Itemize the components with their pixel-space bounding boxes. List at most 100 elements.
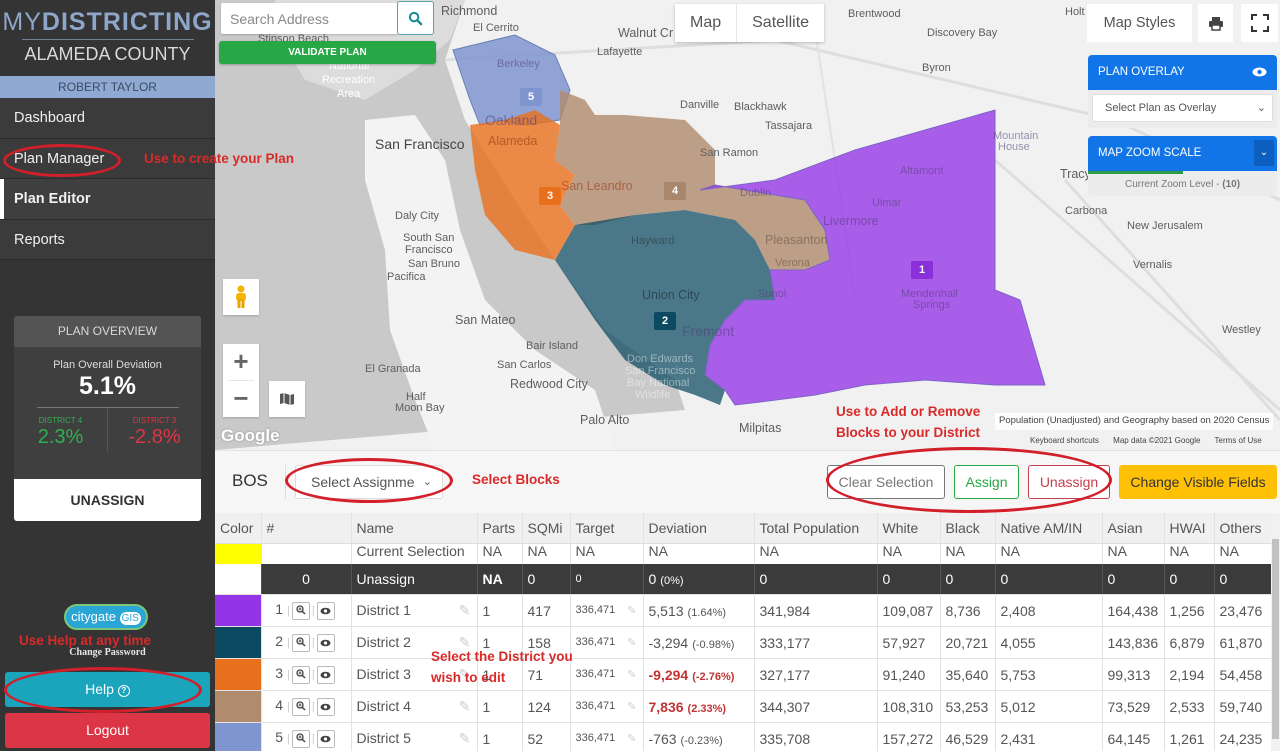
color-swatch-cell[interactable]: [215, 594, 262, 627]
column-header[interactable]: Target: [570, 513, 644, 544]
change-visible-fields-button[interactable]: Change Visible Fields: [1119, 465, 1277, 499]
color-swatch[interactable]: [215, 595, 261, 626]
map-type-satellite-button[interactable]: Satellite: [736, 4, 824, 42]
color-swatch[interactable]: [215, 691, 261, 722]
district-2-marker[interactable]: 2: [654, 312, 676, 330]
edit-name-icon[interactable]: ✎: [459, 602, 471, 619]
edit-target-icon[interactable]: ✎: [627, 668, 636, 681]
zoom-out-button[interactable]: −: [223, 381, 259, 417]
edit-name-icon[interactable]: ✎: [459, 730, 471, 747]
zoom-to-district-button[interactable]: [291, 601, 310, 620]
column-header[interactable]: Total Population: [754, 513, 878, 544]
keyboard-shortcuts-link[interactable]: Keyboard shortcuts: [1030, 436, 1099, 445]
unassign-blocks-button[interactable]: Unassign: [1028, 465, 1110, 499]
scrollbar-thumb[interactable]: [1272, 539, 1279, 739]
zoom-to-district-button[interactable]: [291, 665, 310, 684]
brand-logo[interactable]: MYDISTRICTING ALAMEDA COUNTY: [0, 0, 215, 76]
terms-link[interactable]: Terms of Use: [1215, 436, 1262, 445]
map-layers-button[interactable]: [269, 381, 305, 417]
toggle-visibility-button[interactable]: [316, 665, 335, 684]
search-address-field[interactable]: [221, 3, 398, 34]
toggle-visibility-button[interactable]: [316, 633, 335, 652]
edit-target-icon[interactable]: ✎: [627, 604, 636, 617]
cell-name[interactable]: District 4 ✎: [351, 690, 478, 723]
column-header[interactable]: Native AM/IN: [995, 513, 1103, 544]
print-button[interactable]: [1198, 4, 1233, 42]
map-type-map-button[interactable]: Map: [675, 4, 736, 42]
color-swatch-cell[interactable]: [215, 690, 262, 723]
edit-target-icon[interactable]: ✎: [627, 636, 636, 649]
column-header[interactable]: #: [261, 513, 352, 544]
clear-selection-button[interactable]: Clear Selection: [827, 465, 945, 499]
zoom-to-district-button[interactable]: [291, 729, 310, 748]
unassign-button[interactable]: UNASSIGN: [14, 479, 201, 521]
sidebar-item-reports[interactable]: Reports: [0, 219, 215, 260]
cell-name[interactable]: District 5 ✎: [351, 722, 478, 751]
table-row-unassign[interactable]: 0 Unassign NA 0 0 0 (0%) 0 0 0 0 0 0 0: [215, 563, 1272, 595]
edit-name-icon[interactable]: ✎: [459, 698, 471, 715]
logout-button[interactable]: Logout: [5, 713, 210, 748]
column-header[interactable]: Others: [1214, 513, 1272, 544]
table-row-current-selection[interactable]: Current Selection NA NA NA NA NA NA NA NA NA NA NA: [215, 543, 1272, 564]
validate-plan-button[interactable]: VALIDATE PLAN: [219, 41, 436, 64]
table-row-district[interactable]: 2 | | District 2 ✎ 1 158 336,471 ✎ -3,294 (-0.98%)…: [215, 626, 1272, 659]
table-scrollbar[interactable]: [1271, 513, 1280, 751]
street-view-pegman[interactable]: [223, 279, 259, 315]
assign-button[interactable]: Assign: [954, 465, 1019, 499]
table-row-district[interactable]: 3 | | District 3 ✎ 1 71 336,471 ✎ -9,294 (-2.76%) 3…: [215, 658, 1272, 691]
column-header[interactable]: Black: [940, 513, 996, 544]
toggle-visibility-button[interactable]: [316, 601, 335, 620]
sidebar-item-dashboard[interactable]: Dashboard: [0, 98, 215, 139]
color-swatch-cell[interactable]: [215, 658, 262, 691]
cell-deviation: 7,836 (2.33%): [643, 690, 755, 723]
district-name[interactable]: District 5: [357, 730, 411, 746]
map-canvas[interactable]: Richmond El Cerrito Walnut Cr Brentwood …: [215, 0, 1280, 450]
toggle-visibility-button[interactable]: [316, 729, 335, 748]
search-address-input[interactable]: [221, 3, 398, 34]
edit-target-icon[interactable]: ✎: [627, 732, 636, 745]
color-swatch-cell[interactable]: [215, 626, 262, 659]
table-row-district[interactable]: 1 | | District 1 ✎ 1 417 336,471 ✎ 5,513 (1.64%) 34…: [215, 594, 1272, 627]
plan-overlay-header[interactable]: PLAN OVERLAY: [1088, 55, 1277, 90]
table-row-district[interactable]: 5 | | District 5 ✎ 1 52 336,471 ✎ -763 (-0.23%) 335…: [215, 722, 1272, 751]
district-3-marker[interactable]: 3: [539, 187, 561, 205]
district-name[interactable]: District 3: [357, 666, 411, 682]
color-swatch[interactable]: [215, 627, 261, 658]
zoom-to-district-button[interactable]: [291, 633, 310, 652]
assignment-select[interactable]: Select Assignme ⌄: [295, 465, 443, 499]
color-swatch[interactable]: [215, 659, 261, 690]
eye-icon[interactable]: [1252, 67, 1267, 77]
zoom-to-district-button[interactable]: [291, 697, 310, 716]
column-header[interactable]: Name: [351, 513, 478, 544]
help-button[interactable]: Help ?: [5, 672, 210, 707]
column-header[interactable]: White: [877, 513, 941, 544]
edit-target-icon[interactable]: ✎: [627, 700, 636, 713]
column-header[interactable]: Deviation: [643, 513, 755, 544]
column-header[interactable]: HWAI: [1164, 513, 1215, 544]
table-row-district[interactable]: 4 | | District 4 ✎ 1 124 336,471 ✎ 7,836 (2.33%) 34…: [215, 690, 1272, 723]
district-name[interactable]: District 2: [357, 634, 411, 650]
column-header[interactable]: Color: [215, 513, 262, 544]
sidebar-item-plan-editor[interactable]: Plan Editor: [0, 179, 215, 220]
map-styles-button[interactable]: Map Styles: [1087, 4, 1192, 42]
color-swatch[interactable]: [215, 723, 261, 751]
district-name[interactable]: District 4: [357, 698, 411, 714]
district-4-marker[interactable]: 4: [664, 182, 686, 200]
district-1-marker[interactable]: 1: [911, 261, 933, 279]
column-header[interactable]: Parts: [477, 513, 523, 544]
chevron-down-icon[interactable]: ⌄: [1254, 140, 1274, 166]
plan-overlay-select[interactable]: Select Plan as Overlay ⌄: [1092, 94, 1273, 122]
district-name[interactable]: District 1: [357, 602, 411, 618]
column-header[interactable]: SQMi: [522, 513, 571, 544]
fullscreen-button[interactable]: [1241, 4, 1278, 42]
search-button[interactable]: [397, 1, 434, 35]
district-5-marker[interactable]: 5: [520, 88, 542, 106]
cell-name[interactable]: District 1 ✎: [351, 594, 478, 627]
change-password-link[interactable]: Change Password: [0, 647, 215, 658]
toggle-visibility-button[interactable]: [316, 697, 335, 716]
color-swatch-cell[interactable]: [215, 722, 262, 751]
column-header[interactable]: Asian: [1102, 513, 1165, 544]
zoom-in-button[interactable]: +: [223, 344, 259, 380]
cell-white: 109,087: [877, 594, 941, 627]
map-zoom-scale-header[interactable]: MAP ZOOM SCALE ⌄: [1088, 136, 1277, 171]
